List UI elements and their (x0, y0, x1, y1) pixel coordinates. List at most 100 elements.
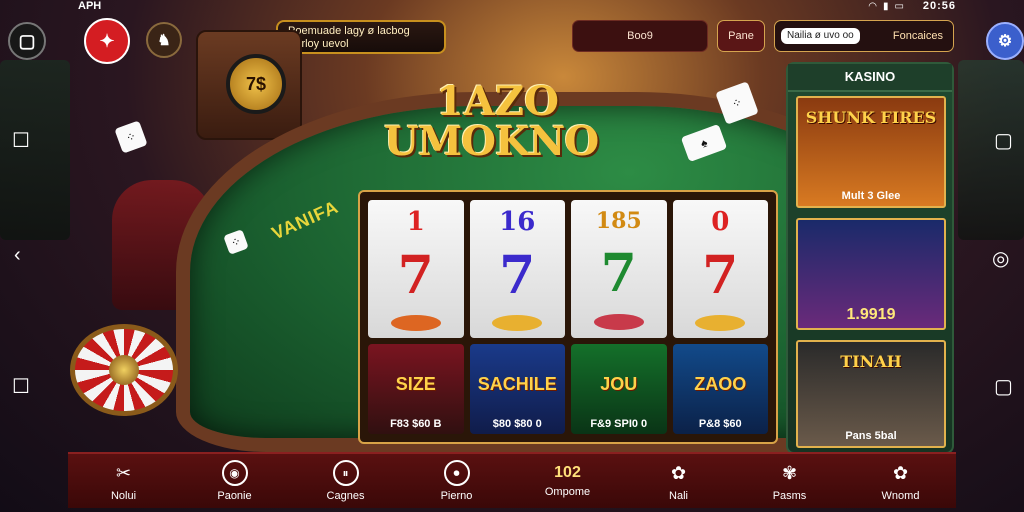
nav-tab-nali[interactable]: ✿ Nali (623, 454, 734, 508)
account-pill[interactable]: Nailia ø uvo oo Foncaices (774, 20, 954, 52)
bonus-button[interactable]: ✦ (84, 18, 130, 64)
square-icon: ▢ (18, 30, 36, 51)
settings-button[interactable]: ⚙ (986, 22, 1024, 60)
reel-4[interactable]: 0 7 ZAOO P&8 $60 (672, 200, 768, 434)
promo-label: Pans 5bal (845, 430, 897, 442)
reel-top-number: 16 (499, 207, 536, 238)
signal-icon: ▮ (883, 1, 889, 12)
menu-button[interactable]: ▢ (8, 22, 46, 60)
reel-top-number: 185 (595, 208, 642, 234)
account-name: Nailia ø uvo oo (781, 28, 860, 44)
nav-tab-label: Ompome (544, 486, 591, 498)
nav-tab-label: Pierno (440, 490, 473, 502)
game-card-value: P&8 $60 (698, 418, 742, 430)
wifi-icon: ◠ (868, 1, 878, 12)
roulette-wheel (70, 324, 178, 416)
nav-tab-pierno[interactable]: ⏺ Pierno (401, 454, 512, 508)
nav-tab-paonie[interactable]: ◉ Paonie (179, 454, 290, 508)
balance-pill[interactable]: Boo9 (572, 20, 708, 52)
badge-icon: ✾ (781, 462, 798, 483)
slot-machine-left-decor (0, 60, 70, 240)
nav-tab-label: Nolui (110, 490, 137, 502)
game-card-value: F&9 SPI0 0 (590, 418, 648, 430)
reel-symbol: 16 7 (469, 200, 565, 338)
status-icons: ◠ ▮ ▭ (868, 1, 904, 12)
nav-tab-cagnes[interactable]: ⏸ Cagnes (290, 454, 401, 508)
reel-symbol: 0 7 (672, 200, 768, 338)
nav-tab-wnomd[interactable]: ✿ Wnomd (845, 454, 956, 508)
square-nav-icon[interactable]: ☐ (12, 128, 30, 153)
status-bar: APH ◠ ▮ ▭ 20:56 (0, 0, 1024, 14)
sidebar-title: KASINO (788, 64, 952, 92)
game-card-value: $80 $80 0 (492, 418, 542, 430)
reel-top-number: 0 (711, 207, 730, 238)
home-circle-icon[interactable]: ◎ (992, 246, 1009, 271)
status-time: 20:56 (922, 0, 956, 12)
promo-card-1[interactable]: SHUNK FIRES Mult 3 Glee (796, 96, 946, 208)
status-left-label: APH (78, 0, 102, 12)
back-arrow-icon[interactable]: ‹ (14, 244, 21, 267)
game-card-art: ZAOO (694, 374, 747, 394)
flower-icon: ✿ (892, 462, 909, 483)
seven-symbol: 7 (499, 244, 536, 306)
nav-tab-pasms[interactable]: ✾ Pasms (734, 454, 845, 508)
slot-reels[interactable]: 1 7 SIZE F83 $60 B 16 7 SACHILE $80 $80 … (358, 190, 778, 444)
game-card[interactable]: SACHILE $80 $80 0 (469, 344, 565, 434)
reel-3[interactable]: 185 7 JOU F&9 SPI0 0 (571, 200, 667, 434)
reel-symbol: 1 7 (368, 200, 464, 338)
reel-bar-symbol (593, 314, 644, 330)
record-icon: ⏺ (443, 460, 470, 486)
reel-1[interactable]: 1 7 SIZE F83 $60 B (368, 200, 464, 434)
game-card[interactable]: JOU F&9 SPI0 0 (571, 344, 667, 434)
roulette-hub (109, 355, 139, 385)
kasino-sidebar: KASINO SHUNK FIRES Mult 3 Glee 1.9919 TI… (786, 62, 954, 454)
star-icon: ✦ (99, 30, 115, 51)
clock-face: 7$ (226, 54, 286, 114)
nav-tab-label: Cagnes (326, 490, 365, 502)
game-card-value: F83 $60 B (390, 418, 442, 430)
nav-tab-label: Nali (669, 490, 688, 502)
promo-card-2[interactable]: 1.9919 (796, 218, 946, 330)
promo-label: 1.9919 (846, 306, 896, 323)
account-action: Foncaices (892, 30, 943, 42)
seven-symbol: 7 (600, 243, 637, 304)
slot-machine-right-decor (958, 60, 1024, 240)
promo-label: Mult 3 Glee (841, 190, 901, 202)
promo-card-3[interactable]: TINAH Pans 5bal (796, 340, 946, 448)
pause-icon: ⏸ (332, 460, 359, 486)
reel-2[interactable]: 16 7 SACHILE $80 $80 0 (469, 200, 565, 434)
game-card[interactable]: ZAOO P&8 $60 (672, 344, 768, 434)
game-card-art: JOU (600, 374, 638, 394)
game-logo-line2: UMOKNO (384, 118, 599, 165)
promo-art: SHUNK FIRES (805, 108, 937, 127)
game-card[interactable]: SIZE F83 $60 B (368, 344, 464, 434)
game-card-art: SACHILE (477, 374, 557, 394)
nav-tab-nolui[interactable]: ✂ Nolui (68, 454, 179, 508)
game-card-art: SIZE (395, 374, 436, 394)
square-nav-icon-right-2[interactable]: ▢ (994, 374, 1013, 399)
nav-tab-label: Paonie (217, 490, 252, 502)
nav-tab-label: Wnomd (881, 490, 920, 502)
page-button[interactable]: Pane (717, 20, 765, 52)
promo-art: TINAH (840, 352, 902, 371)
reel-bar-symbol (390, 314, 441, 331)
square-nav-icon-right[interactable]: ▢ (994, 128, 1013, 153)
nav-tab-count: 102 (554, 464, 581, 481)
clock-decor: 7$ (196, 30, 302, 140)
reel-bar-symbol (695, 314, 746, 331)
square-nav-icon-2[interactable]: ☐ (12, 374, 30, 399)
scissors-icon: ✂ (115, 462, 132, 483)
seven-symbol: 7 (702, 244, 739, 306)
dice-icon: ⁘ (114, 120, 148, 154)
reel-bar-symbol (492, 314, 543, 331)
flower-gear-icon: ✿ (670, 462, 687, 483)
nav-tab-label: Pasms (772, 490, 807, 502)
battery-icon: ▭ (894, 1, 904, 12)
seven-symbol: 7 (397, 244, 434, 306)
reel-top-number: 1 (406, 207, 425, 238)
nav-tab-ompome[interactable]: 102 Ompome (512, 454, 623, 508)
profile-button[interactable]: ♞ (146, 22, 182, 58)
bottom-nav: ✂ Nolui ◉ Paonie ⏸ Cagnes ⏺ Pierno 102 O… (68, 452, 956, 508)
horse-icon: ♞ (157, 32, 171, 49)
reel-symbol: 185 7 (571, 200, 667, 338)
